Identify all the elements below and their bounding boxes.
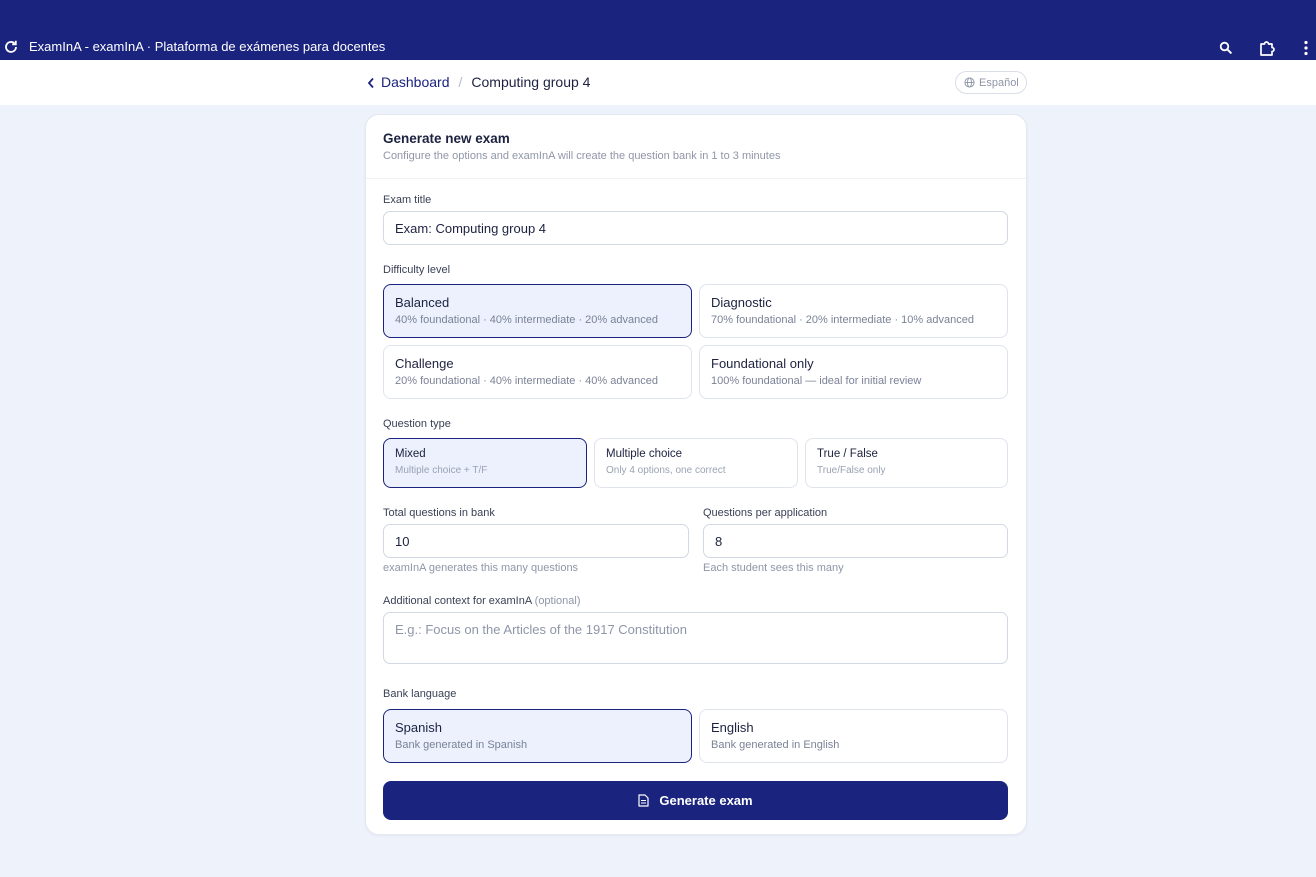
option-description: Bank generated in Spanish: [395, 739, 528, 751]
generate-exam-button[interactable]: Generate exam: [383, 781, 1008, 820]
context-label: Additional context for examInA (optional…: [383, 595, 581, 607]
bank-language-spanish[interactable]: Spanish Bank generated in Spanish: [383, 709, 692, 763]
context-label-text: Additional context for examInA: [383, 595, 532, 607]
difficulty-option-foundational[interactable]: Foundational only 100% foundational — id…: [699, 345, 1008, 399]
reload-icon[interactable]: [3, 39, 19, 55]
option-description: 100% foundational — ideal for initial re…: [711, 375, 922, 387]
question-type-mixed[interactable]: Mixed Multiple choice + T/F: [383, 438, 587, 488]
total-questions-hint: examInA generates this many questions: [383, 562, 579, 574]
generate-exam-card: Generate new exam Configure the options …: [365, 114, 1027, 835]
option-description: Bank generated in English: [711, 739, 840, 751]
breadcrumb-dashboard-link[interactable]: Dashboard: [381, 74, 450, 91]
option-title: Balanced: [395, 295, 450, 310]
browser-toolbar: ExamInA - examInA · Plataforma de exámen…: [0, 0, 1316, 60]
card-title: Generate new exam: [383, 131, 510, 146]
per-application-hint: Each student sees this many: [703, 562, 844, 574]
browser-title-row: ExamInA - examInA · Plataforma de exámen…: [0, 36, 1316, 60]
breadcrumb-current: Computing group 4: [471, 74, 591, 90]
card-header: Generate new exam Configure the options …: [366, 115, 1026, 179]
option-description: Multiple choice + T/F: [395, 465, 488, 476]
option-description: True/False only: [817, 465, 886, 476]
per-application-input[interactable]: 8: [703, 524, 1008, 558]
option-description: 70% foundational · 20% intermediate · 10…: [711, 314, 974, 326]
option-title: Diagnostic: [711, 295, 772, 310]
total-questions-input[interactable]: 10: [383, 524, 689, 558]
bank-language-english[interactable]: English Bank generated in English: [699, 709, 1008, 763]
question-type-label: Question type: [383, 418, 451, 430]
language-label: Español: [979, 76, 1019, 89]
option-title: Spanish: [395, 720, 442, 735]
option-title: English: [711, 720, 754, 735]
per-application-label: Questions per application: [703, 507, 828, 519]
option-title: Foundational only: [711, 356, 814, 371]
globe-icon: [964, 77, 975, 88]
language-switcher[interactable]: Español: [955, 71, 1027, 94]
total-questions-label: Total questions in bank: [383, 507, 495, 519]
option-title: True / False: [817, 448, 878, 460]
generate-exam-label: Generate exam: [659, 793, 753, 808]
breadcrumb: Dashboard / Computing group 4: [366, 74, 590, 91]
window-title: ExamInA - examInA · Plataforma de exámen…: [29, 39, 386, 54]
option-description: 20% foundational · 40% intermediate · 40…: [395, 375, 658, 387]
difficulty-label: Difficulty level: [383, 264, 451, 276]
option-title: Multiple choice: [606, 448, 683, 460]
exam-title-label: Exam title: [383, 194, 432, 206]
page-header: Dashboard / Computing group 4 Español: [0, 60, 1316, 105]
option-description: 40% foundational · 40% intermediate · 20…: [395, 314, 658, 326]
option-title: Mixed: [395, 448, 426, 460]
question-type-true-false[interactable]: True / False True/False only: [805, 438, 1008, 488]
document-icon: [638, 794, 649, 807]
question-type-multiple-choice[interactable]: Multiple choice Only 4 options, one corr…: [594, 438, 798, 488]
exam-title-input[interactable]: Exam: Computing group 4: [383, 211, 1008, 245]
option-title: Challenge: [395, 356, 454, 371]
chevron-left-icon[interactable]: [366, 76, 376, 90]
difficulty-option-diagnostic[interactable]: Diagnostic 70% foundational · 20% interm…: [699, 284, 1008, 338]
bank-language-label: Bank language: [383, 688, 457, 700]
option-description: Only 4 options, one correct: [606, 465, 726, 476]
more-vert-icon[interactable]: [1296, 38, 1316, 58]
card-subtitle: Configure the options and examInA will c…: [383, 150, 781, 162]
context-textarea[interactable]: E.g.: Focus on the Articles of the 1917 …: [383, 612, 1008, 664]
difficulty-option-balanced[interactable]: Balanced 40% foundational · 40% intermed…: [383, 284, 692, 338]
context-optional-tag: (optional): [534, 595, 581, 607]
search-icon[interactable]: [1216, 38, 1236, 58]
breadcrumb-separator: /: [458, 74, 463, 90]
extensions-icon[interactable]: [1257, 38, 1277, 58]
difficulty-option-challenge[interactable]: Challenge 20% foundational · 40% interme…: [383, 345, 692, 399]
